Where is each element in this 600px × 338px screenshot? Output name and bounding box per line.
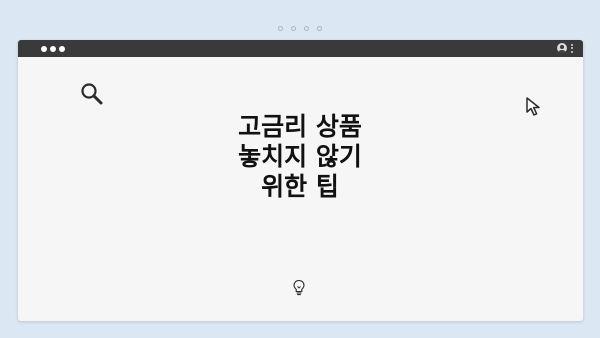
profile-icon[interactable] bbox=[557, 43, 567, 53]
headline-line: 놓치지 않기 bbox=[238, 142, 362, 171]
kebab-menu-icon[interactable] bbox=[571, 43, 573, 53]
window-titlebar bbox=[18, 40, 583, 57]
window-control-dot[interactable] bbox=[59, 46, 65, 52]
search-icon bbox=[81, 83, 103, 105]
pager-dot[interactable] bbox=[291, 26, 296, 31]
window-control-dot[interactable] bbox=[41, 46, 47, 52]
page-headline: 고금리 상품 놓치지 않기 위한 팁 bbox=[185, 112, 415, 202]
pager-dot[interactable] bbox=[278, 26, 283, 31]
headline-line: 위한 팁 bbox=[261, 172, 339, 201]
headline-line: 고금리 상품 bbox=[238, 112, 362, 141]
cursor-icon bbox=[526, 97, 540, 116]
pager-dot[interactable] bbox=[304, 26, 309, 31]
lightbulb-icon bbox=[293, 279, 305, 296]
window-control-dot[interactable] bbox=[50, 46, 56, 52]
pager-dot[interactable] bbox=[317, 26, 322, 31]
window-controls-icon[interactable] bbox=[41, 46, 65, 52]
titlebar-actions bbox=[557, 43, 573, 53]
carousel-pager bbox=[0, 26, 600, 31]
